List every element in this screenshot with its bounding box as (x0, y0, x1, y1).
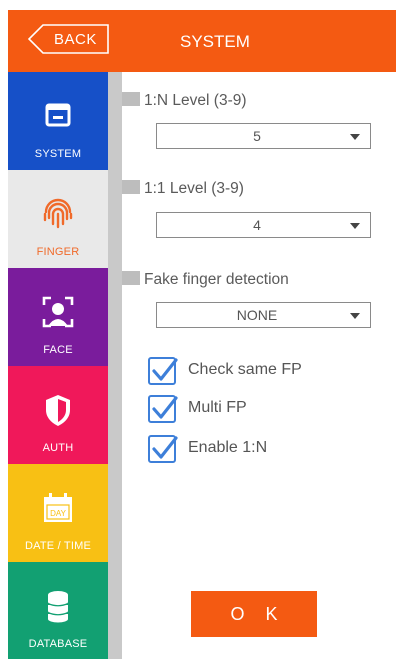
back-button[interactable]: BACK (28, 24, 110, 54)
sidebar-item-system[interactable]: SYSTEM (8, 72, 108, 170)
calendar-day-text: DAY (50, 509, 67, 518)
sidebar: SYSTEM FINGER FACE AUTH DAY DATE / TIME … (8, 72, 108, 659)
sidebar-item-auth[interactable]: AUTH (8, 366, 108, 464)
checkbox-label: Multi FP (188, 399, 247, 416)
sidebar-item-label: SYSTEM (34, 148, 82, 160)
back-label: BACK (54, 31, 97, 48)
shield-icon (46, 395, 70, 426)
level-11-select[interactable]: 4 (156, 212, 371, 238)
level-1n-label: 1:N Level (3-9) (122, 92, 247, 110)
checkbox-label: Enable 1:N (188, 439, 268, 456)
window-icon (45, 103, 71, 127)
database-icon (47, 591, 69, 623)
sidebar-item-label: DATABASE (28, 638, 88, 650)
sidebar-item-database[interactable]: DATABASE (8, 562, 108, 659)
level-11-value: 4 (253, 217, 261, 233)
checkbox-box[interactable] (148, 395, 178, 423)
level-11-label: 1:1 Level (3-9) (122, 180, 244, 198)
sidebar-item-label: AUTH (42, 442, 74, 454)
enable-1n-checkbox[interactable]: Enable 1:N (148, 433, 378, 463)
checkmark-icon (152, 396, 178, 419)
check-same-fp-checkbox[interactable]: Check same FP (148, 355, 378, 385)
fingerprint-icon (43, 198, 73, 229)
multi-fp-checkbox[interactable]: Multi FP (148, 393, 378, 423)
checkbox-box[interactable] (148, 357, 178, 385)
level-1n-value: 5 (253, 128, 261, 144)
checkbox-label: Check same FP (188, 361, 302, 378)
calendar-icon: DAY (44, 493, 72, 522)
fake-finger-label: Fake finger detection (122, 271, 289, 289)
sidebar-item-label: FINGER (36, 246, 80, 258)
face-scan-icon (42, 296, 74, 328)
label-marker (122, 180, 140, 194)
sidebar-item-label: DATE / TIME (25, 540, 91, 552)
checkmark-icon (152, 358, 178, 381)
sidebar-divider (108, 72, 122, 659)
checkmark-icon (152, 436, 178, 459)
finger-settings-panel: 1:N Level (3-9) 5 1:1 Level (3-9) 4 Fake… (122, 72, 397, 659)
sidebar-item-label: FACE (43, 344, 73, 356)
level-1n-select[interactable]: 5 (156, 123, 371, 149)
checkbox-box[interactable] (148, 435, 178, 463)
ok-button[interactable]: O K (191, 591, 317, 637)
fake-finger-value: NONE (236, 307, 278, 323)
fake-finger-select[interactable]: NONE (156, 302, 371, 328)
chevron-down-icon (350, 313, 360, 319)
screen: BACK SYSTEM SYSTEM FINGER FACE AUTH DAY … (0, 0, 397, 659)
chevron-down-icon (350, 134, 360, 140)
label-marker (122, 271, 140, 285)
sidebar-item-face[interactable]: FACE (8, 268, 108, 366)
header-bar: BACK SYSTEM (8, 10, 396, 72)
sidebar-item-finger[interactable]: FINGER (8, 170, 108, 268)
sidebar-item-date-time[interactable]: DAY DATE / TIME (8, 464, 108, 562)
chevron-down-icon (350, 223, 360, 229)
page-title: SYSTEM (180, 32, 250, 51)
label-marker (122, 92, 140, 106)
